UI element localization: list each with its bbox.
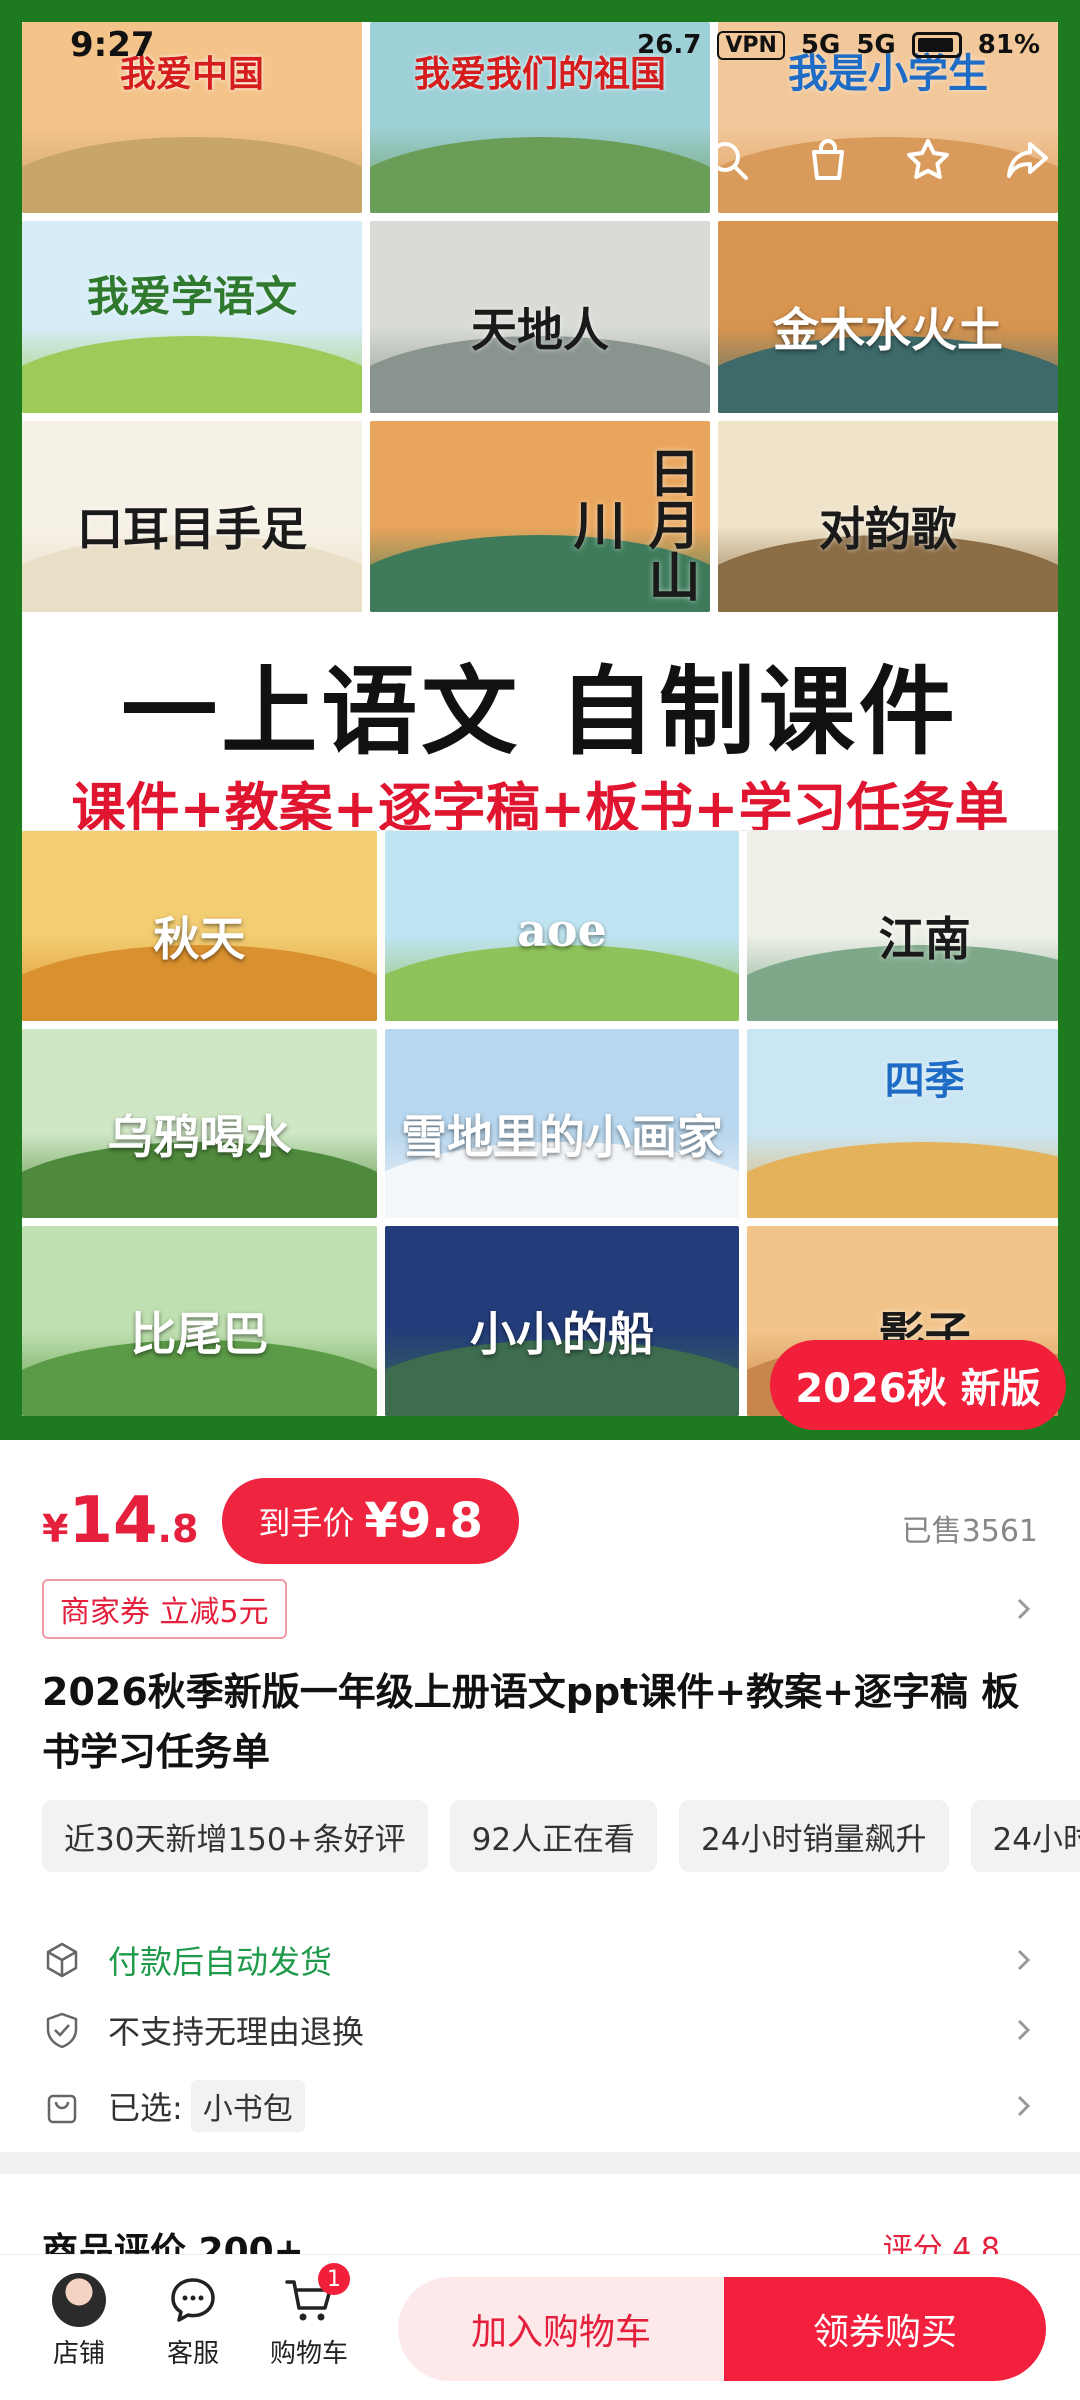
price-row: ¥14.8 到手价 ¥9.8 [42,1476,519,1566]
service-row-delivery[interactable]: 付款后自动发货 [42,1930,1038,1990]
customer-service-button[interactable]: 客服 [138,2273,248,2370]
chevron-right-icon [1008,2091,1038,2121]
thumbnail-title: 天地人 [471,303,609,358]
image-canvas: 我爱中国 我爱我们的祖国 我是小学生 我爱学语文 天地人 金木水火土 口耳目手足 日月山川 对韵… [22,22,1058,1416]
bottom-thumbnail: 比尾巴 [22,1226,377,1416]
top-thumbnail: 我爱学语文 [22,221,362,413]
coupon-tag[interactable]: 商家券 立减5元 [42,1579,287,1639]
box-icon [42,1940,82,1980]
chevron-right-icon [1008,2015,1038,2045]
highlight-tag: 24小时 [970,1800,1080,1872]
thumbnail-title: 金木水火土 [773,303,1003,358]
bottom-thumbnail: 小小的船 [384,1226,740,1416]
shop-button[interactable]: 店铺 [24,2273,134,2370]
thumbnail-title: 日月山川 [564,445,700,602]
bottom-action-bar: 店铺 客服 1 购物车 加入购物车 领券购买 [0,2254,1080,2400]
star-icon[interactable] [898,130,958,190]
selected-variant-row[interactable]: 已选: 小书包 [42,2076,1038,2136]
battery-icon [911,32,962,58]
selected-label: 已选: [108,2089,183,2127]
top-actions [698,130,1058,190]
thumbnail-title: 我爱学语文 [86,272,297,322]
final-price-badge: 到手价 ¥9.8 [222,1478,519,1564]
add-to-cart-button[interactable]: 加入购物车 [398,2277,724,2381]
bottom-thumbnail: 乌鸦喝水 [22,1028,377,1219]
top-thumbnail: 口耳目手足 [22,420,362,612]
top-thumbnail: 天地人 [370,221,710,413]
highlight-tag: 92人正在看 [449,1800,658,1872]
shopping-bag-icon[interactable] [798,130,858,190]
thumbnail-title: 四季 [884,1056,965,1104]
final-price-value: ¥9.8 [364,1493,483,1549]
thumbnail-title: 雪地里的小画家 [400,1109,723,1164]
shop-label: 店铺 [52,2339,105,2369]
reviews-header[interactable]: 商品评价 200+ 评分 4.8 [0,2174,1080,2272]
avatar [52,2273,106,2327]
chevron-right-icon [1008,1945,1038,1975]
landscape-shape [22,136,362,214]
signal-5g-1: 5G [800,30,841,60]
bag-icon [42,2086,82,2126]
cart-count-badge: 1 [318,2263,350,2295]
status-time: 9:27 [70,25,155,65]
cart-icon: 1 [282,2263,350,2327]
chat-icon [166,2273,220,2327]
thumbnail-title: 江南 [878,912,971,967]
thumbnail-title: 口耳目手足 [77,502,307,557]
bottom-thumbnail: 四季 [747,1028,1058,1219]
shield-check-icon [42,2010,82,2050]
status-bar: 9:27 26.7 VPN 5G 5G 81% [0,0,1080,90]
shop-avatar [52,2273,106,2327]
search-icon[interactable] [698,130,758,190]
top-thumbnail: 对韵歌 [718,420,1058,612]
new-edition-badge: 2026秋 新版 [770,1340,1066,1430]
vpn-icon: VPN [717,30,785,60]
thumbnail-title: 乌鸦喝水 [107,1109,292,1164]
service-label-delivery: 付款后自动发货 [108,1943,333,1981]
buy-with-coupon-button[interactable]: 领券购买 [724,2277,1046,2381]
product-info: ¥14.8 到手价 ¥9.8 已售3561 商家券 立减5元 2026秋季新版一… [0,1440,1080,2152]
sold-count: 已售3561 [901,1514,1038,1549]
final-price-label: 到手价 [258,1504,355,1542]
share-icon[interactable] [998,130,1058,190]
highlight-tag: 24小时销量飙升 [679,1800,949,1872]
bottom-thumbnail: 江南 [747,831,1058,1021]
original-price: ¥14.8 [42,1484,199,1558]
landscape-shape [22,336,362,413]
product-image[interactable]: 我爱中国 我爱我们的祖国 我是小学生 我爱学语文 天地人 金木水火土 口耳目手足 日月山川 对韵… [0,0,1080,1440]
bottom-thumbnail: aoe [384,831,740,1021]
landscape-shape [370,136,710,214]
thumbnail-grid-bottom: 秋天 aoe 江南 乌鸦喝水 雪地里的小画家 四季 比尾巴 小小的船 影子 [22,830,1058,1416]
service-label-return: 不支持无理由退换 [108,2013,365,2051]
top-thumbnail: 日月山川 [370,420,710,612]
service-row-return[interactable]: 不支持无理由退换 [42,2000,1038,2060]
thumbnail-title: 小小的船 [469,1307,654,1362]
thumbnail-grid-top: 我爱中国 我爱我们的祖国 我是小学生 我爱学语文 天地人 金木水火土 口耳目手足 日月山川 对韵… [22,22,1058,612]
section-divider [0,2152,1080,2174]
product-title: 2026秋季新版一年级上册语文ppt课件+教案+逐字稿 板书学习任务单 [42,1670,1020,1774]
cart-button[interactable]: 1 购物车 [254,2263,364,2370]
thumbnail-title: 对韵歌 [819,502,957,557]
banner-title: 一上语文 自制课件 [121,656,959,768]
net-speed: 26.7 [637,30,702,60]
product-page: 我爱中国 我爱我们的祖国 我是小学生 我爱学语文 天地人 金木水火土 口耳目手足 日月山川 对韵… [0,0,1080,2400]
bottom-thumbnail: 雪地里的小画家 [384,1028,740,1219]
chevron-right-icon [1008,1594,1038,1624]
battery-level: 81% [977,30,1040,60]
signal-5g-2: 5G [856,30,896,60]
highlight-tag: 近30天新增150+条好评 [42,1800,428,1872]
thumbnail-title: aoe [517,903,607,958]
bottom-thumbnail: 秋天 [22,831,377,1021]
thumbnail-title: 比尾巴 [130,1307,269,1362]
selected-value[interactable]: 小书包 [190,2080,305,2132]
top-thumbnail: 金木水火土 [718,221,1058,413]
highlight-tags: 近30天新增150+条好评 92人正在看 24小时销量飙升 24小时 [42,1800,1080,1872]
cart-label: 购物车 [269,2339,348,2369]
coupon-row[interactable]: 商家券 立减5元 [42,1576,1038,1642]
service-label: 客服 [166,2339,219,2369]
landscape-shape [747,1142,1058,1219]
thumbnail-title: 秋天 [153,912,246,967]
